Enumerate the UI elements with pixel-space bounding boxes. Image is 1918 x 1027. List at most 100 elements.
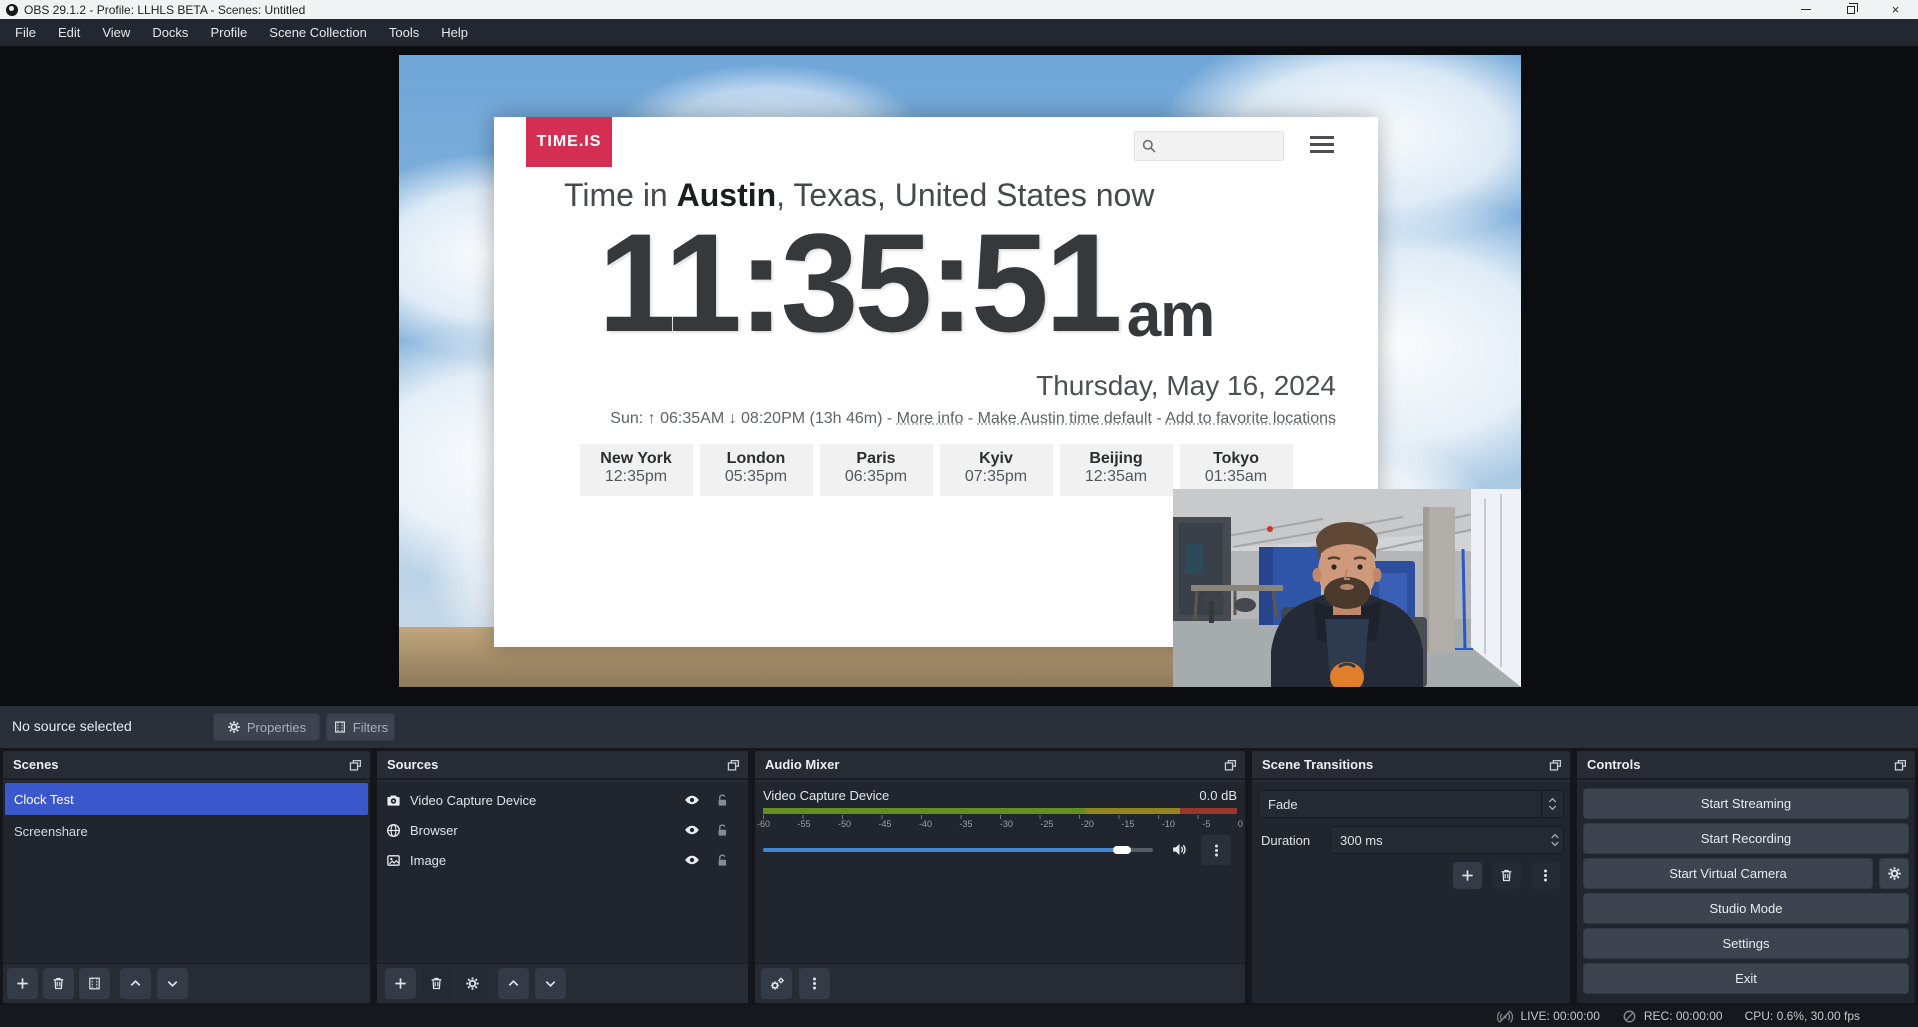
timeis-date: Thursday, May 16, 2024 <box>1036 370 1336 402</box>
lock-icon[interactable] <box>715 823 730 838</box>
mixer-menu-button[interactable] <box>799 968 830 999</box>
preview-video[interactable]: TIME.IS Time in Austin, Texas, United St… <box>399 55 1521 687</box>
volume-meter <box>763 808 1237 814</box>
settings-button[interactable]: Settings <box>1583 928 1909 959</box>
add-favorite-link[interactable]: Add to favorite locations <box>1165 410 1336 427</box>
select-spinner[interactable] <box>1541 791 1563 817</box>
source-item-video-capture[interactable]: Video Capture Device <box>377 785 748 815</box>
live-status: LIVE: 00:00:00 <box>1497 1008 1599 1024</box>
popout-icon[interactable] <box>1893 758 1908 773</box>
exit-button[interactable]: Exit <box>1583 963 1909 994</box>
scenes-header[interactable]: Scenes <box>3 751 370 780</box>
search-input[interactable] <box>1161 132 1281 160</box>
menu-scene-collection[interactable]: Scene Collection <box>258 19 378 46</box>
mixer-db-value: 0.0 dB <box>1199 788 1237 803</box>
mixer-channel-name: Video Capture Device <box>763 788 889 803</box>
scene-filters-button[interactable] <box>79 968 110 999</box>
kebab-menu-icon <box>1538 868 1553 883</box>
remove-source-button[interactable] <box>421 968 452 999</box>
volume-slider-row <box>763 838 1237 862</box>
menu-tools[interactable]: Tools <box>378 19 430 46</box>
volume-slider-handle[interactable] <box>1113 846 1131 854</box>
source-status-text: No source selected <box>12 718 132 734</box>
dock-area: Scenes Clock Test Screenshare Sources <box>0 748 1918 1005</box>
remove-transition-button[interactable] <box>1492 862 1521 889</box>
timeis-clock: 11:35:51 <box>598 213 1119 353</box>
broadcast-off-icon <box>1497 1008 1513 1024</box>
lock-icon[interactable] <box>715 853 730 868</box>
globe-icon <box>386 823 401 838</box>
timeis-sun-line: Sun: ↑ 06:35AM ↓ 08:20PM (13h 46m) - Mor… <box>610 410 1336 428</box>
hamburger-menu-icon[interactable] <box>1310 136 1334 157</box>
menu-help[interactable]: Help <box>430 19 479 46</box>
title-bar: OBS 29.1.2 - Profile: LLHLS BETA - Scene… <box>0 0 1918 19</box>
start-virtual-camera-button[interactable]: Start Virtual Camera <box>1583 858 1873 889</box>
transition-options-button[interactable] <box>1531 862 1560 889</box>
chevron-up-icon <box>128 976 143 991</box>
gears-sliders-icon <box>769 976 785 992</box>
scene-item-clock-test[interactable]: Clock Test <box>5 783 368 815</box>
add-transition-button[interactable] <box>1453 862 1482 889</box>
window-title: OBS 29.1.2 - Profile: LLHLS BETA - Scene… <box>24 3 305 17</box>
audio-mixer-body: Video Capture Device 0.0 dB -60-55-50-45… <box>755 782 1245 1003</box>
close-button[interactable]: × <box>1873 0 1918 19</box>
visibility-eye-icon[interactable] <box>684 792 700 808</box>
add-source-button[interactable] <box>385 968 416 999</box>
menu-view[interactable]: View <box>91 19 141 46</box>
audio-mixer-header[interactable]: Audio Mixer <box>755 751 1245 780</box>
transition-select[interactable]: Fade <box>1258 790 1564 818</box>
volume-slider[interactable] <box>763 848 1153 852</box>
restore-button[interactable] <box>1828 0 1873 19</box>
speaker-icon[interactable] <box>1171 841 1188 858</box>
menu-file[interactable]: File <box>4 19 47 46</box>
audio-toolbar <box>755 963 1245 1003</box>
scene-down-button[interactable] <box>157 968 188 999</box>
popout-icon[interactable] <box>1223 758 1238 773</box>
webcam-overlay[interactable] <box>1173 489 1521 687</box>
source-properties-button[interactable] <box>457 968 488 999</box>
remove-scene-button[interactable] <box>43 968 74 999</box>
spinbox-arrows[interactable] <box>1550 827 1560 853</box>
obs-window: OBS 29.1.2 - Profile: LLHLS BETA - Scene… <box>0 0 1918 1027</box>
source-up-button[interactable] <box>498 968 529 999</box>
source-item-browser[interactable]: Browser <box>377 815 748 845</box>
controls-header[interactable]: Controls <box>1577 751 1915 780</box>
popout-icon[interactable] <box>1548 758 1563 773</box>
start-streaming-button[interactable]: Start Streaming <box>1583 788 1909 819</box>
lock-icon[interactable] <box>715 793 730 808</box>
popout-icon[interactable] <box>726 758 741 773</box>
filters-button[interactable]: Filters <box>326 713 395 741</box>
visibility-eye-icon[interactable] <box>684 852 700 868</box>
meter-tick-labels: -60-55-50-45-40-35-30-25-20-15-10-50 <box>757 819 1243 829</box>
studio-mode-button[interactable]: Studio Mode <box>1583 893 1909 924</box>
rec-status: REC: 00:00:00 <box>1622 1009 1723 1024</box>
menu-profile[interactable]: Profile <box>199 19 258 46</box>
minimize-icon <box>1801 9 1811 10</box>
transitions-header[interactable]: Scene Transitions <box>1252 751 1570 780</box>
minimize-button[interactable] <box>1783 0 1828 19</box>
audio-mixer-title: Audio Mixer <box>755 757 839 772</box>
visibility-eye-icon[interactable] <box>684 822 700 838</box>
scene-item-screenshare[interactable]: Screenshare <box>5 815 368 847</box>
source-item-image[interactable]: Image <box>377 845 748 875</box>
properties-button[interactable]: Properties <box>213 713 320 741</box>
sources-header[interactable]: Sources <box>377 751 748 780</box>
chevron-down-icon <box>1548 805 1557 811</box>
start-recording-button[interactable]: Start Recording <box>1583 823 1909 854</box>
scenes-toolbar <box>3 963 370 1003</box>
preview-canvas: TIME.IS Time in Austin, Texas, United St… <box>0 46 1918 706</box>
popout-icon[interactable] <box>348 758 363 773</box>
add-scene-button[interactable] <box>7 968 38 999</box>
virtual-camera-config-button[interactable] <box>1879 858 1909 889</box>
mixer-options-button[interactable] <box>1201 835 1231 865</box>
advanced-audio-button[interactable] <box>761 968 792 999</box>
make-default-link[interactable]: Make Austin time default <box>978 410 1152 427</box>
menu-edit[interactable]: Edit <box>47 19 91 46</box>
duration-spinbox[interactable]: 300 ms <box>1330 826 1564 854</box>
menu-docks[interactable]: Docks <box>141 19 199 46</box>
trash-icon <box>1499 868 1514 883</box>
scene-up-button[interactable] <box>120 968 151 999</box>
city-card: Paris06:35pm <box>820 444 933 496</box>
more-info-link[interactable]: More info <box>897 410 964 427</box>
source-down-button[interactable] <box>535 968 566 999</box>
